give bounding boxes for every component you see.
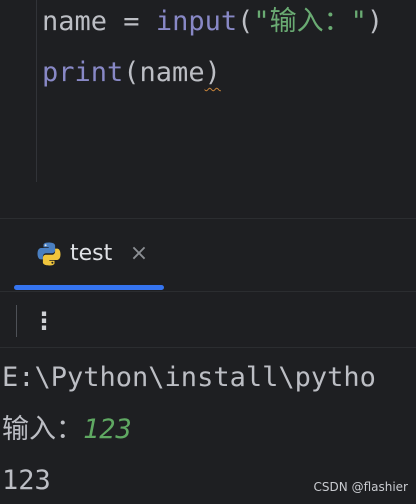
code-token-paren-close: ): [366, 6, 384, 37]
console-prompt: 输入：: [2, 414, 83, 445]
watermark: CSDN @flashier: [313, 480, 408, 494]
gutter-divider: [36, 0, 37, 182]
code-token-function: print: [42, 57, 124, 88]
run-tool-window: test × ⋮ E:\Python\install\pytho 输入：123 …: [0, 219, 416, 504]
python-icon: [36, 241, 62, 267]
tabs-divider: [0, 291, 416, 292]
code-token-string: "输入：": [253, 6, 367, 37]
code-token-paren-close: ): [204, 57, 221, 88]
tab-label: test: [70, 241, 113, 266]
tab-run-test[interactable]: test ×: [14, 219, 166, 291]
code-token-argument: name: [139, 57, 205, 88]
code-token-variable: name: [42, 6, 108, 37]
toolbar-divider: [0, 347, 416, 348]
code-line-1[interactable]: name = input("输入："): [42, 4, 383, 40]
console-output-line: 123: [2, 465, 51, 496]
more-options-icon[interactable]: ⋮: [32, 305, 56, 337]
close-icon[interactable]: ×: [128, 239, 150, 269]
code-token-function: input: [155, 6, 238, 37]
console-input-line[interactable]: 输入：123: [2, 412, 132, 448]
toolbar-separator: [16, 305, 17, 337]
console-user-input: 123: [83, 414, 132, 445]
split-gap: [0, 182, 416, 218]
code-token-paren-open: (: [123, 57, 140, 88]
code-token-paren-open: (: [237, 6, 254, 37]
active-tab-indicator: [14, 285, 164, 290]
console-output-line: E:\Python\install\pytho: [2, 362, 376, 393]
code-line-2[interactable]: print(name): [42, 55, 221, 91]
code-token-operator: =: [107, 6, 156, 37]
code-editor[interactable]: name = input("输入：") print(name): [0, 0, 416, 182]
